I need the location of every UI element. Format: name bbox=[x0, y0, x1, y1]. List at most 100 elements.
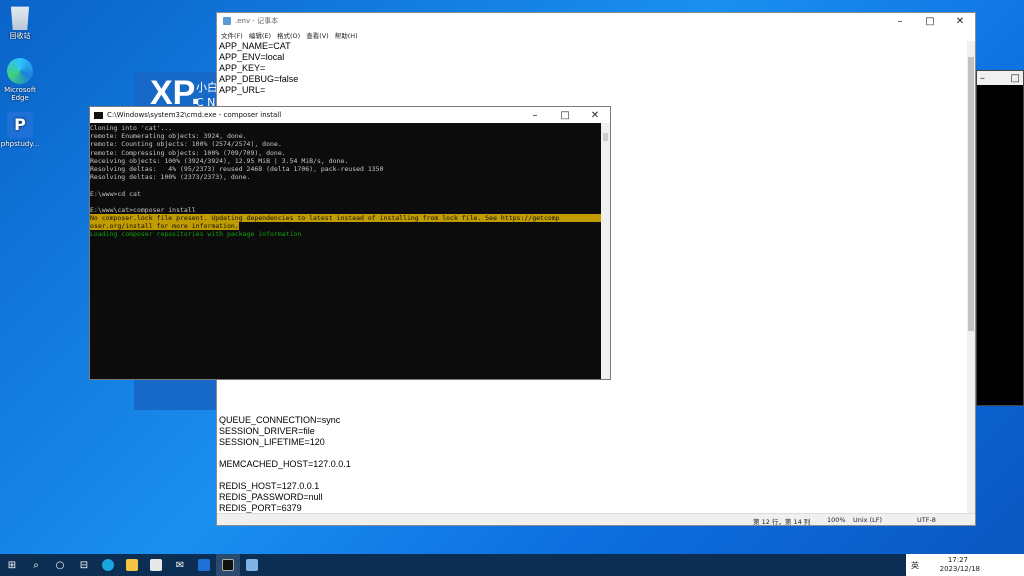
task-view-icon: ○ bbox=[55, 559, 65, 571]
notepad-line: APP_ENV=local bbox=[219, 52, 285, 62]
phpstudy-icon bbox=[198, 559, 210, 571]
cmd-icon bbox=[94, 111, 103, 119]
console-line: Cloning into 'cat'... bbox=[90, 124, 602, 132]
notepad-menubar: 文件(F) 编辑(E) 格式(O) 查看(V) 帮助(H) bbox=[217, 29, 975, 41]
widgets-button[interactable]: ⊟ bbox=[72, 554, 96, 576]
console-line-text: Cloning into 'cat'... bbox=[90, 124, 173, 132]
console-line: E:\www\cat>composer install bbox=[90, 206, 602, 214]
cmd-console-output[interactable]: Cloning into 'cat'... remote: Enumerating… bbox=[90, 123, 602, 379]
console-line: remote: Counting objects: 100% (2574/257… bbox=[90, 140, 602, 148]
console-line: E:\www>cd cat bbox=[90, 190, 602, 198]
notepad-statusbar: 第 12 行，第 14 列 100% Unix (LF) UTF-8 bbox=[217, 513, 975, 526]
taskbar-mail[interactable]: ✉ bbox=[168, 554, 192, 576]
console-line-text: remote: Enumerating objects: 3924, done. bbox=[90, 132, 247, 141]
cmd-vertical-scrollbar[interactable] bbox=[601, 123, 610, 379]
menu-format[interactable]: 格式(O) bbox=[277, 30, 300, 40]
console-line-text: No composer.lock file present. Updating … bbox=[90, 214, 560, 223]
desktop-icon-label: Microsoft Edge bbox=[4, 86, 36, 102]
taskbar-phpstudy[interactable] bbox=[192, 554, 216, 576]
menu-help[interactable]: 帮助(H) bbox=[335, 30, 358, 40]
notepad-line: SESSION_LIFETIME=120 bbox=[219, 437, 325, 447]
scrollbar-thumb[interactable] bbox=[603, 133, 608, 141]
cmd-icon bbox=[222, 559, 234, 571]
notepad-line bbox=[219, 393, 966, 404]
taskbar-edge[interactable] bbox=[96, 554, 120, 576]
desktop-icon-edge[interactable]: Microsoft Edge bbox=[0, 58, 40, 102]
bg-minimize-button[interactable]: – bbox=[980, 73, 985, 84]
notepad-line: APP_URL= bbox=[219, 85, 266, 95]
console-line-text: Resolving deltas: 4% (95/2373) reused 24… bbox=[90, 164, 384, 173]
console-line: Resolving deltas: 100% (2373/2373), done… bbox=[90, 173, 602, 181]
cmd-window[interactable]: C:\Windows\system32\cmd.exe - composer i… bbox=[89, 106, 611, 380]
bg-maximize-button[interactable]: □ bbox=[1011, 73, 1020, 84]
console-line-text: E:\www>cd cat bbox=[90, 189, 141, 198]
notepad-line: MEMCACHED_HOST=127.0.0.1 bbox=[219, 459, 351, 469]
task-view-button[interactable]: ○ bbox=[48, 554, 72, 576]
status-encoding: UTF-8 bbox=[917, 516, 936, 524]
console-line-text: remote: Compressing objects: 100% (709/7… bbox=[90, 148, 286, 157]
background-window-titlebar[interactable]: – □ bbox=[977, 71, 1023, 85]
menu-file[interactable]: 文件(F) bbox=[221, 30, 243, 40]
background-window[interactable]: – □ bbox=[976, 70, 1024, 406]
console-line: Resolving deltas: 4% (95/2373) reused 24… bbox=[90, 165, 602, 173]
status-zoom: 100% bbox=[827, 516, 846, 524]
search-icon: ⌕ bbox=[33, 559, 39, 571]
desktop-icon-label: 回收站 bbox=[9, 32, 31, 40]
file-explorer-icon bbox=[126, 559, 138, 571]
start-icon: ⊞ bbox=[7, 559, 17, 571]
clock-time[interactable]: 17:27 bbox=[948, 556, 968, 564]
cmd-titlebar[interactable]: C:\Windows\system32\cmd.exe - composer i… bbox=[90, 107, 610, 123]
status-position: 第 12 行，第 14 列 bbox=[753, 518, 811, 526]
desktop-icon-label: phpstudy... bbox=[0, 140, 40, 148]
notepad-line: APP_KEY= bbox=[219, 63, 266, 73]
cmd-maximize-button[interactable]: □ bbox=[550, 110, 580, 121]
console-line: Loading composer repositories with packa… bbox=[90, 230, 602, 238]
console-line: Receiving objects: 100% (3924/3924), 12.… bbox=[90, 157, 602, 165]
notepad-icon bbox=[223, 17, 231, 25]
console-line-text: Resolving deltas: 100% (2373/2373), done… bbox=[90, 173, 251, 182]
notepad-line bbox=[219, 382, 966, 393]
mail-icon: ✉ bbox=[175, 559, 185, 571]
ime-indicator[interactable]: 英 bbox=[911, 560, 919, 571]
status-eol: Unix (LF) bbox=[853, 516, 883, 524]
cmd-title: C:\Windows\system32\cmd.exe - composer i… bbox=[107, 111, 282, 119]
console-line-text: E:\www\cat>composer install bbox=[90, 205, 196, 214]
notepad-minimize-button[interactable]: – bbox=[885, 16, 915, 27]
notepad-vertical-scrollbar[interactable] bbox=[967, 41, 975, 517]
console-line: remote: Enumerating objects: 3924, done. bbox=[90, 132, 602, 140]
notepad-title: .env - 记事本 bbox=[235, 17, 279, 25]
notepad-maximize-button[interactable]: □ bbox=[915, 16, 945, 27]
taskbar-cmd[interactable] bbox=[216, 554, 240, 576]
notepad-line: REDIS_PASSWORD=null bbox=[219, 492, 323, 502]
desktop-icon-recycle-bin[interactable]: 回收站 bbox=[0, 4, 40, 40]
desktop-icon-phpstudy[interactable]: P phpstudy... bbox=[0, 112, 40, 148]
cmd-minimize-button[interactable]: – bbox=[520, 110, 550, 121]
menu-edit[interactable]: 编辑(E) bbox=[249, 30, 271, 40]
console-line: oser.org/install for more information. bbox=[90, 222, 602, 231]
notepad-line: APP_NAME=CAT bbox=[219, 41, 291, 51]
edge-icon bbox=[102, 559, 114, 571]
taskbar-store[interactable] bbox=[144, 554, 168, 576]
taskbar-file-explorer[interactable] bbox=[120, 554, 144, 576]
console-line-text: remote: Counting objects: 100% (2574/257… bbox=[90, 140, 282, 149]
system-tray: 英 17:27 2023/12/18 bbox=[906, 554, 1024, 576]
notepad-titlebar[interactable]: .env - 记事本 – □ ✕ bbox=[217, 13, 975, 29]
taskbar-notepad[interactable] bbox=[240, 554, 264, 576]
edge-icon bbox=[7, 58, 33, 84]
cmd-close-button[interactable]: ✕ bbox=[580, 110, 610, 121]
start-button[interactable]: ⊞ bbox=[0, 554, 24, 576]
scrollbar-thumb[interactable] bbox=[968, 57, 974, 331]
clock-date[interactable]: 2023/12/18 bbox=[940, 565, 980, 573]
menu-view[interactable]: 查看(V) bbox=[306, 30, 329, 40]
search-button[interactable]: ⌕ bbox=[24, 554, 48, 576]
notepad-close-button[interactable]: ✕ bbox=[945, 16, 975, 27]
notepad-line: QUEUE_CONNECTION=sync bbox=[219, 415, 341, 425]
notepad-line: APP_DEBUG=false bbox=[219, 74, 299, 84]
store-icon bbox=[150, 559, 162, 571]
notepad-line: SESSION_DRIVER=file bbox=[219, 426, 315, 436]
console-line: No composer.lock file present. Updating … bbox=[90, 214, 602, 223]
console-line-text: Receiving objects: 100% (3924/3924), 12.… bbox=[90, 156, 349, 165]
phpstudy-icon: P bbox=[7, 112, 33, 138]
